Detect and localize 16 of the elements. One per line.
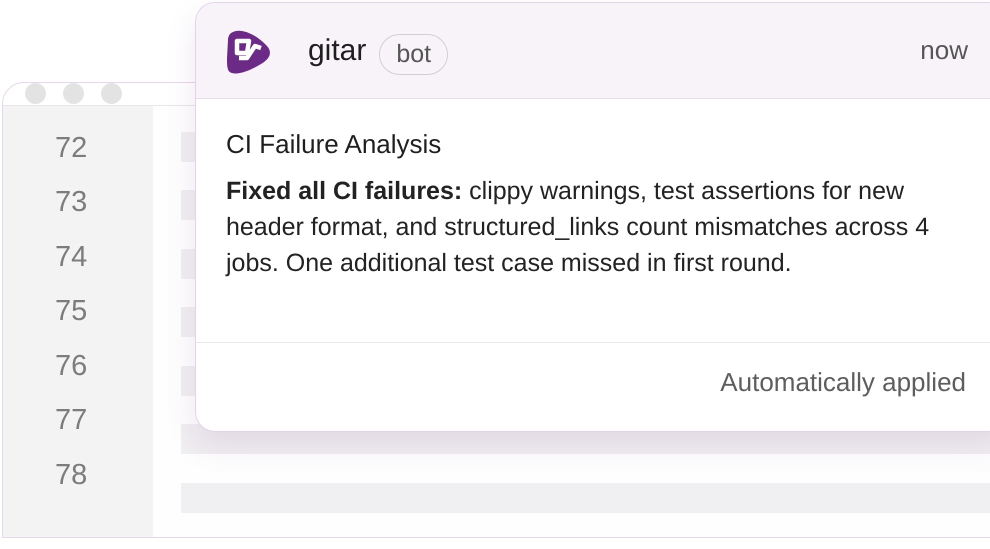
line-number: 74	[54, 240, 88, 274]
line-number: 75	[54, 294, 88, 329]
notification-message: Fixed all CI failures: clippy warnings, test assertions for new header format, and structured_links count mismatches across 4 jobs. One additional test case missed in first round.	[226, 176, 930, 279]
status-text: Automatically applied	[720, 367, 966, 398]
bot-badge: bot	[379, 34, 448, 75]
window-control-icon[interactable]	[101, 83, 122, 104]
window-control-icon[interactable]	[63, 83, 84, 104]
timestamp: now	[920, 35, 968, 66]
app-name: gitar	[308, 34, 366, 68]
line-number: 73	[54, 185, 88, 220]
window-control-icon[interactable]	[25, 83, 46, 104]
line-number: 76	[54, 348, 88, 384]
line-number: 78	[54, 458, 88, 492]
line-number: 72	[54, 130, 88, 166]
line-number: 77	[54, 403, 88, 438]
notification-title: CI Failure Analysis	[226, 128, 442, 161]
